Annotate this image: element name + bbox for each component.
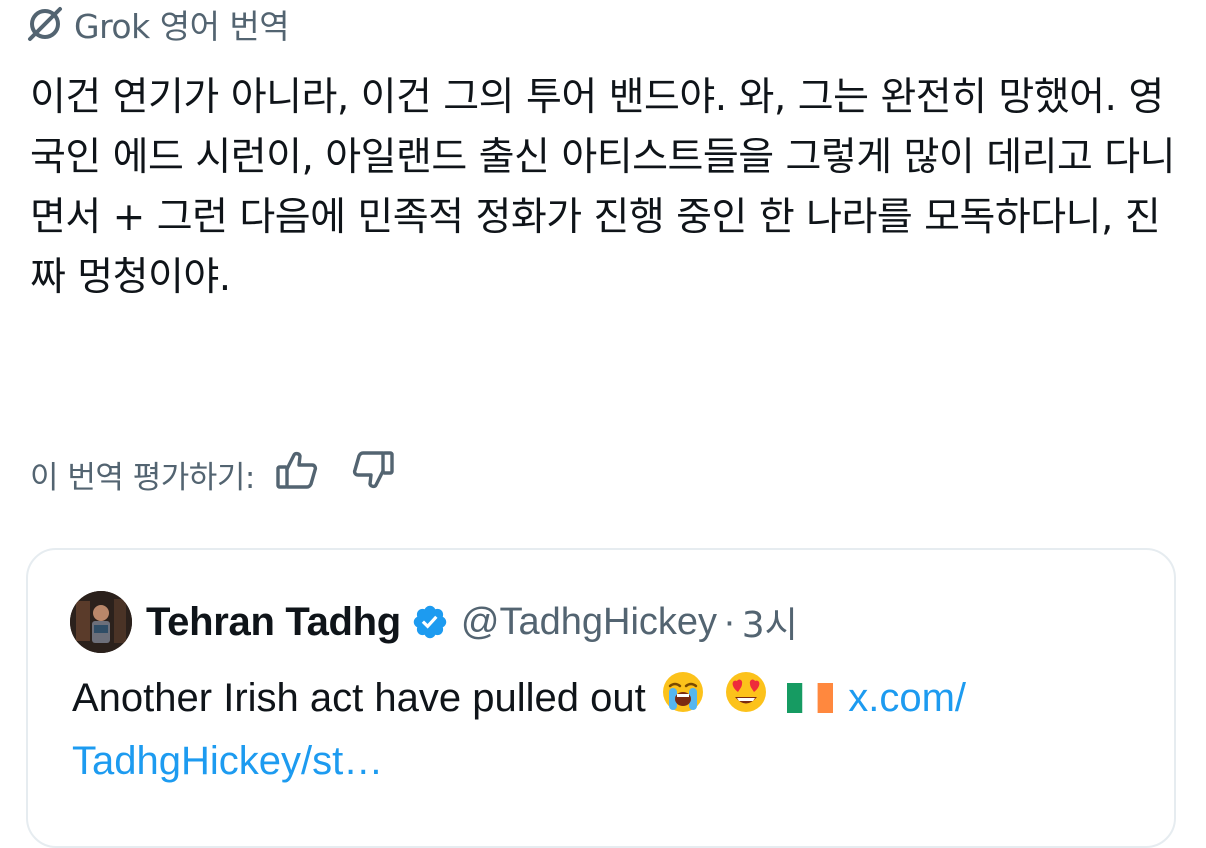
grok-translation-header: Grok 영어 번역	[26, 2, 290, 46]
thumbs-down-button[interactable]	[345, 449, 401, 499]
post-link-part-2[interactable]: TadhgHickey/st…	[72, 739, 383, 783]
rate-translation-row: 이 번역 평가하기:	[30, 449, 401, 499]
thumbs-down-icon	[351, 450, 395, 498]
avatar[interactable]	[70, 591, 132, 653]
quoted-author-name[interactable]: Tehran Tadhg	[146, 600, 401, 645]
verified-badge-icon	[411, 603, 449, 641]
grok-logo-icon	[26, 5, 64, 43]
rate-translation-label: 이 번역 평가하기:	[30, 459, 255, 496]
ireland-flag-icon	[787, 670, 834, 730]
post-timestamp[interactable]: 3시	[742, 596, 798, 648]
quoted-post-body: Another Irish act have pulled out	[72, 676, 646, 720]
grok-translation-label: Grok 영어 번역	[74, 7, 290, 46]
thumbs-up-button[interactable]	[269, 449, 325, 499]
heart-eyes-face-icon	[724, 670, 768, 731]
quoted-author-handle[interactable]: @TadhgHickey	[461, 601, 717, 644]
post-link-part-1[interactable]: x.com/	[848, 676, 966, 720]
loudly-crying-face-icon	[661, 670, 705, 731]
translated-post-text: 이건 연기가 아니라, 이건 그의 투어 밴드야. 와, 그는 완전히 망했어.…	[30, 75, 1176, 300]
quoted-post-text: Another Irish act have pulled out x.com/…	[72, 668, 1152, 791]
quoted-post-header: Tehran Tadhg @TadhgHickey · 3시	[70, 590, 798, 654]
thumbs-up-icon	[275, 450, 319, 498]
meta-separator: ·	[723, 600, 736, 643]
quoted-post-card[interactable]: Tehran Tadhg @TadhgHickey · 3시 Another I…	[26, 548, 1176, 848]
